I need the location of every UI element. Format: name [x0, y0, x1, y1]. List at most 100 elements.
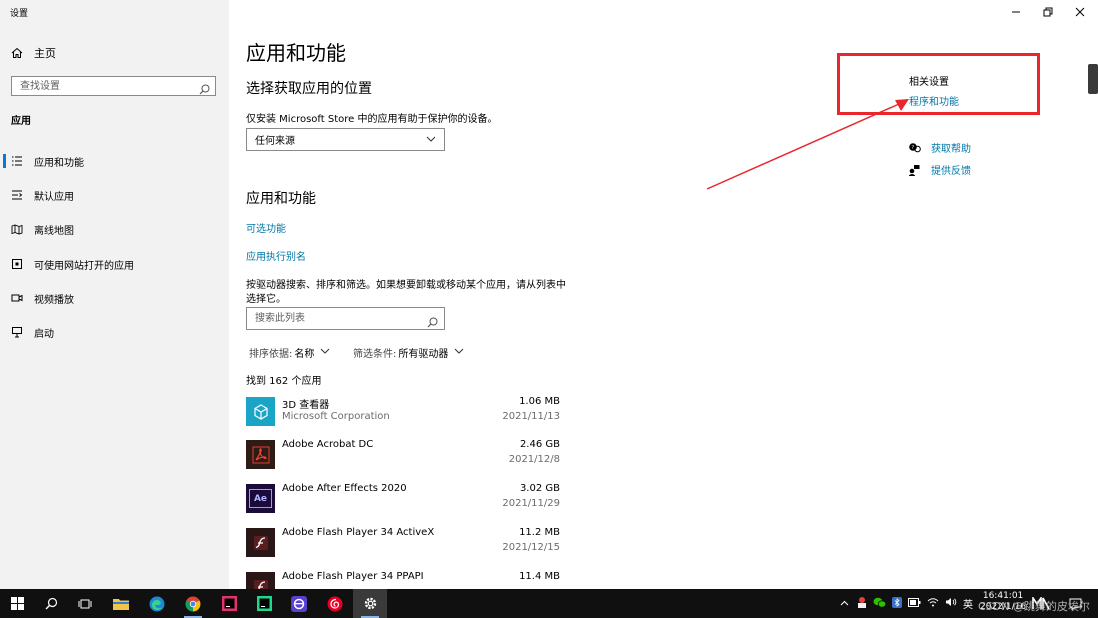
sort-dropdown[interactable]: 排序依据: 名称 [249, 345, 330, 360]
settings-search-input[interactable] [12, 80, 202, 93]
restore-button[interactable] [1040, 5, 1056, 19]
map-icon [10, 223, 24, 235]
tray-app-icon[interactable] [857, 597, 867, 611]
nav-home-label: 主页 [34, 45, 56, 61]
sidebar-item-label: 启动 [34, 325, 54, 340]
app-list-search-box[interactable] [246, 307, 445, 330]
app-alias-link[interactable]: 应用执行别名 [246, 248, 306, 263]
filter-dropdown[interactable]: 筛选条件: 所有驱动器 [353, 345, 464, 360]
page-title: 应用和功能 [246, 37, 346, 66]
3d-viewer-icon [246, 397, 275, 426]
input-method-indicator[interactable]: 英 [963, 596, 973, 611]
app-list-item[interactable]: Adobe Flash Player 34 ActiveX 11.2 MB 20… [246, 526, 560, 562]
csdn-watermark: CSDN @跳舞的皮埃尔 [978, 598, 1090, 614]
app-name: Adobe Flash Player 34 PPAPI [282, 571, 424, 582]
sidebar: 设置 主页 应用 应用和功能 默认应用 离线地图 可使用网站打开的应 [0, 0, 229, 589]
wifi-icon[interactable] [927, 597, 939, 610]
app-size: 1.06 MB [519, 396, 560, 407]
app-size: 11.4 MB [519, 571, 560, 582]
battery-icon[interactable] [908, 598, 921, 610]
home-icon [10, 47, 24, 59]
app-list-item[interactable]: 3D 查看器 Microsoft Corporation 1.06 MB 202… [246, 395, 560, 431]
sidebar-item-label: 应用和功能 [34, 154, 84, 169]
close-button[interactable] [1072, 5, 1088, 19]
netease-music-icon[interactable] [318, 589, 352, 618]
sidebar-item-label: 默认应用 [34, 188, 74, 203]
app-size: 3.02 GB [520, 483, 560, 494]
list-icon [10, 155, 24, 167]
chevron-down-icon [454, 347, 464, 358]
taskbar: 英 16:41:01 2022/1/16 [0, 589, 1098, 618]
filter-value: 所有驱动器 [398, 345, 448, 360]
filter-label: 筛选条件: [353, 345, 396, 360]
search-description-line1: 按驱动器搜索、排序和筛选。如果想要卸载或移动某个应用，请从列表中 [246, 276, 566, 291]
settings-gear-icon[interactable] [353, 589, 387, 618]
app-list-item[interactable]: Ae Adobe After Effects 2020 3.02 GB 2021… [246, 482, 560, 518]
optional-features-link[interactable]: 可选功能 [246, 220, 286, 235]
search-icon[interactable] [427, 313, 438, 332]
wechat-icon[interactable] [873, 597, 886, 611]
source-description: 仅安装 Microsoft Store 中的应用有助于保护你的设备。 [246, 110, 497, 125]
flash-icon [246, 528, 275, 557]
app-list-item[interactable]: Adobe Acrobat DC 2.46 GB 2021/12/8 [246, 438, 560, 474]
system-tray: 英 [840, 589, 979, 618]
scrollbar-thumb[interactable] [1088, 64, 1098, 94]
app-date: 2021/11/29 [502, 498, 560, 509]
acrobat-icon [246, 440, 275, 469]
flash-icon [246, 572, 275, 589]
app-date: 2021/12/15 [502, 542, 560, 553]
video-icon [10, 292, 24, 304]
settings-search-box[interactable] [11, 76, 216, 96]
chevron-up-icon[interactable] [840, 599, 849, 609]
chevron-down-icon [426, 134, 436, 147]
chrome-browser-icon[interactable] [176, 589, 210, 618]
app-size: 11.2 MB [519, 527, 560, 538]
app-name: Adobe After Effects 2020 [282, 483, 407, 494]
app-list-search-input[interactable] [247, 312, 427, 325]
sidebar-item-startup[interactable]: 启动 [0, 322, 229, 342]
app-size: 2.46 GB [520, 439, 560, 450]
app-publisher: Microsoft Corporation [282, 411, 390, 422]
sidebar-item-label: 离线地图 [34, 222, 74, 237]
sidebar-item-label: 可使用网站打开的应用 [34, 257, 134, 272]
sidebar-item-apps-features[interactable]: 应用和功能 [0, 151, 229, 171]
sidebar-item-offline-maps[interactable]: 离线地图 [0, 219, 229, 239]
sidebar-section-title: 应用 [11, 112, 31, 127]
source-heading: 选择获取应用的位置 [246, 78, 372, 98]
give-feedback-label: 提供反馈 [931, 162, 971, 177]
start-button[interactable] [0, 589, 34, 618]
search-icon[interactable] [199, 80, 210, 99]
annotation-arrow [699, 90, 929, 200]
get-help-label: 获取帮助 [931, 140, 971, 155]
website-app-icon [10, 258, 24, 270]
after-effects-icon: Ae [246, 484, 275, 513]
app-source-dropdown[interactable]: 任何来源 [246, 128, 445, 151]
sidebar-item-default-apps[interactable]: 默认应用 [0, 185, 229, 205]
volume-icon[interactable] [945, 597, 957, 610]
app-date: 2021/12/8 [509, 454, 560, 465]
eclipse-app-icon[interactable] [282, 589, 316, 618]
main-content: 应用和功能 选择获取应用的位置 仅安装 Microsoft Store 中的应用… [229, 0, 1098, 589]
app-name: 3D 查看器 [282, 396, 329, 411]
file-explorer-icon[interactable] [104, 589, 138, 618]
app-date: 2021/11/13 [502, 411, 560, 422]
app-count: 找到 162 个应用 [246, 372, 321, 387]
pycharm-icon[interactable] [247, 589, 281, 618]
search-description-line2: 选择它。 [246, 290, 286, 305]
minimize-button[interactable] [1008, 5, 1024, 19]
edge-browser-icon[interactable] [140, 589, 174, 618]
startup-icon [10, 326, 24, 338]
sort-label: 排序依据: [249, 345, 292, 360]
bluetooth-icon[interactable] [892, 597, 902, 611]
window-title: 设置 [10, 6, 28, 19]
app-list-item[interactable]: Adobe Flash Player 34 PPAPI 11.4 MB [246, 570, 560, 589]
task-view-button[interactable] [68, 589, 102, 618]
taskbar-search-button[interactable] [34, 589, 68, 618]
sidebar-item-video-playback[interactable]: 视频播放 [0, 288, 229, 308]
sidebar-item-website-apps[interactable]: 可使用网站打开的应用 [0, 254, 229, 274]
dropdown-value: 任何来源 [255, 132, 295, 147]
sort-value: 名称 [294, 345, 314, 360]
intellij-idea-icon[interactable] [212, 589, 246, 618]
apps-heading: 应用和功能 [246, 188, 316, 208]
nav-home[interactable]: 主页 [10, 44, 56, 62]
